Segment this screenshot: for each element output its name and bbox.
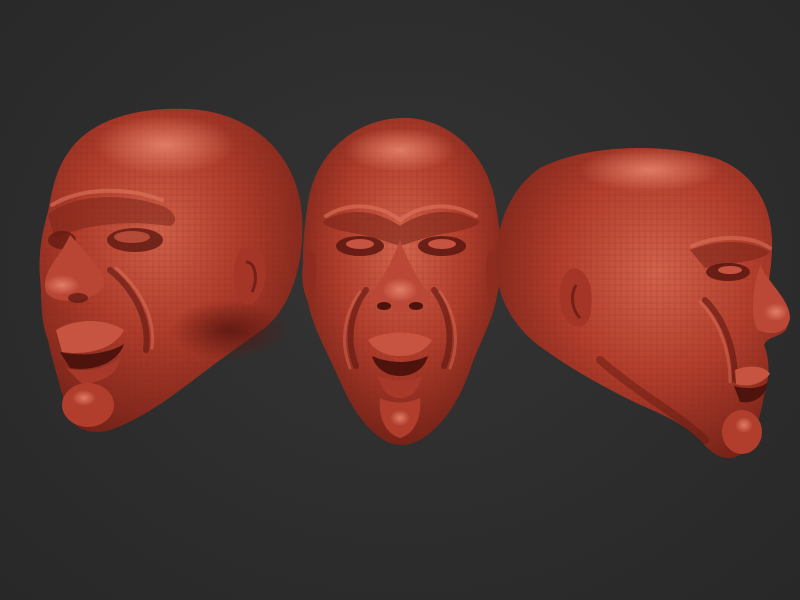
head-three-quarter-left[interactable] (39, 108, 303, 432)
sculpt-scene (39, 108, 790, 459)
head-front[interactable] (302, 117, 502, 445)
sculpt-viewport[interactable] (0, 0, 800, 600)
head-profile-right[interactable] (495, 147, 790, 459)
